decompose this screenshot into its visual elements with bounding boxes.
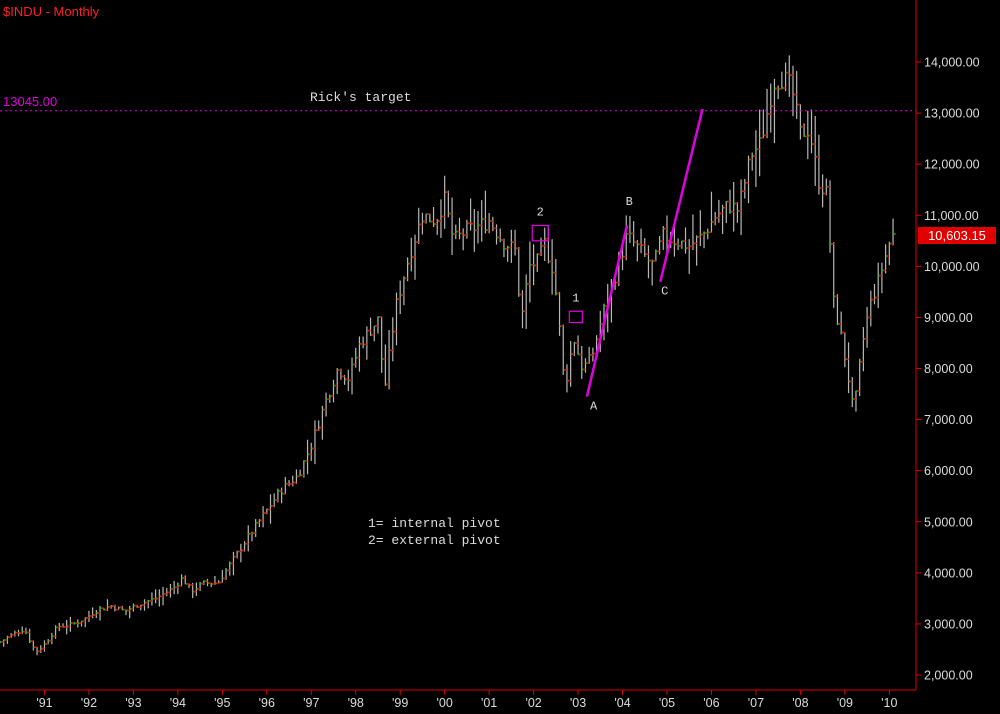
time-tick-label: '01 [481,696,497,710]
time-tick-label: '06 [703,696,719,710]
price-tick-label: 14,000.00 [924,56,980,70]
chart-background [0,0,1000,714]
wave-label-C: C [661,284,668,298]
time-tick-label: '96 [259,696,275,710]
price-tick-label: 12,000.00 [924,158,980,172]
time-tick-label: '04 [614,696,630,710]
last-price-badge: 10,603.15 [918,227,996,244]
pivot-label-1: 1 [572,291,579,305]
price-tick-label: 7,000.00 [924,413,973,427]
price-tick-label: 2,000.00 [924,669,973,683]
time-tick-label: '93 [125,696,141,710]
price-tick-label: 3,000.00 [924,617,973,631]
time-tick-label: '94 [170,696,186,710]
legend-note-external-pivot: 2= external pivot [368,533,501,548]
time-tick-label: '98 [348,696,364,710]
chart-title: $INDU - Monthly [3,4,100,19]
time-tick-label: '97 [303,696,319,710]
price-tick-label: 4,000.00 [924,566,973,580]
time-tick-label: '02 [525,696,541,710]
wave-label-A: A [590,399,598,413]
pivot-label-2: 2 [537,205,544,219]
price-tick-label: 8,000.00 [924,362,973,376]
time-tick-label: '91 [36,696,52,710]
time-tick-label: '92 [81,696,97,710]
target-caption: Rick's target [310,90,411,105]
time-tick-label: '07 [748,696,764,710]
price-chart: 2 1 A B C 2,000.00 3,000.00 4,000.00 5,000.00 6,… [0,0,1000,714]
price-tick-label: 13,000.00 [924,107,980,121]
price-tick-label: 11,000.00 [924,209,979,223]
time-tick-label: '95 [214,696,230,710]
price-tick-label: 5,000.00 [924,515,973,529]
price-tick-label: 9,000.00 [924,311,973,325]
last-price-label: 10,603.15 [928,228,986,243]
wave-label-B: B [626,195,633,209]
time-tick-label: '08 [792,696,808,710]
time-tick-label: '10 [881,696,897,710]
legend-note-internal-pivot: 1= internal pivot [368,516,501,531]
price-tick-label: 6,000.00 [924,464,973,478]
time-tick-label: '09 [837,696,853,710]
time-tick-label: '00 [437,696,453,710]
price-tick-label: 10,000.00 [924,260,980,274]
time-tick-label: '05 [659,696,675,710]
time-tick-label: '99 [392,696,408,710]
target-value-label: 13045.00 [3,94,57,109]
time-tick-label: '03 [570,696,586,710]
